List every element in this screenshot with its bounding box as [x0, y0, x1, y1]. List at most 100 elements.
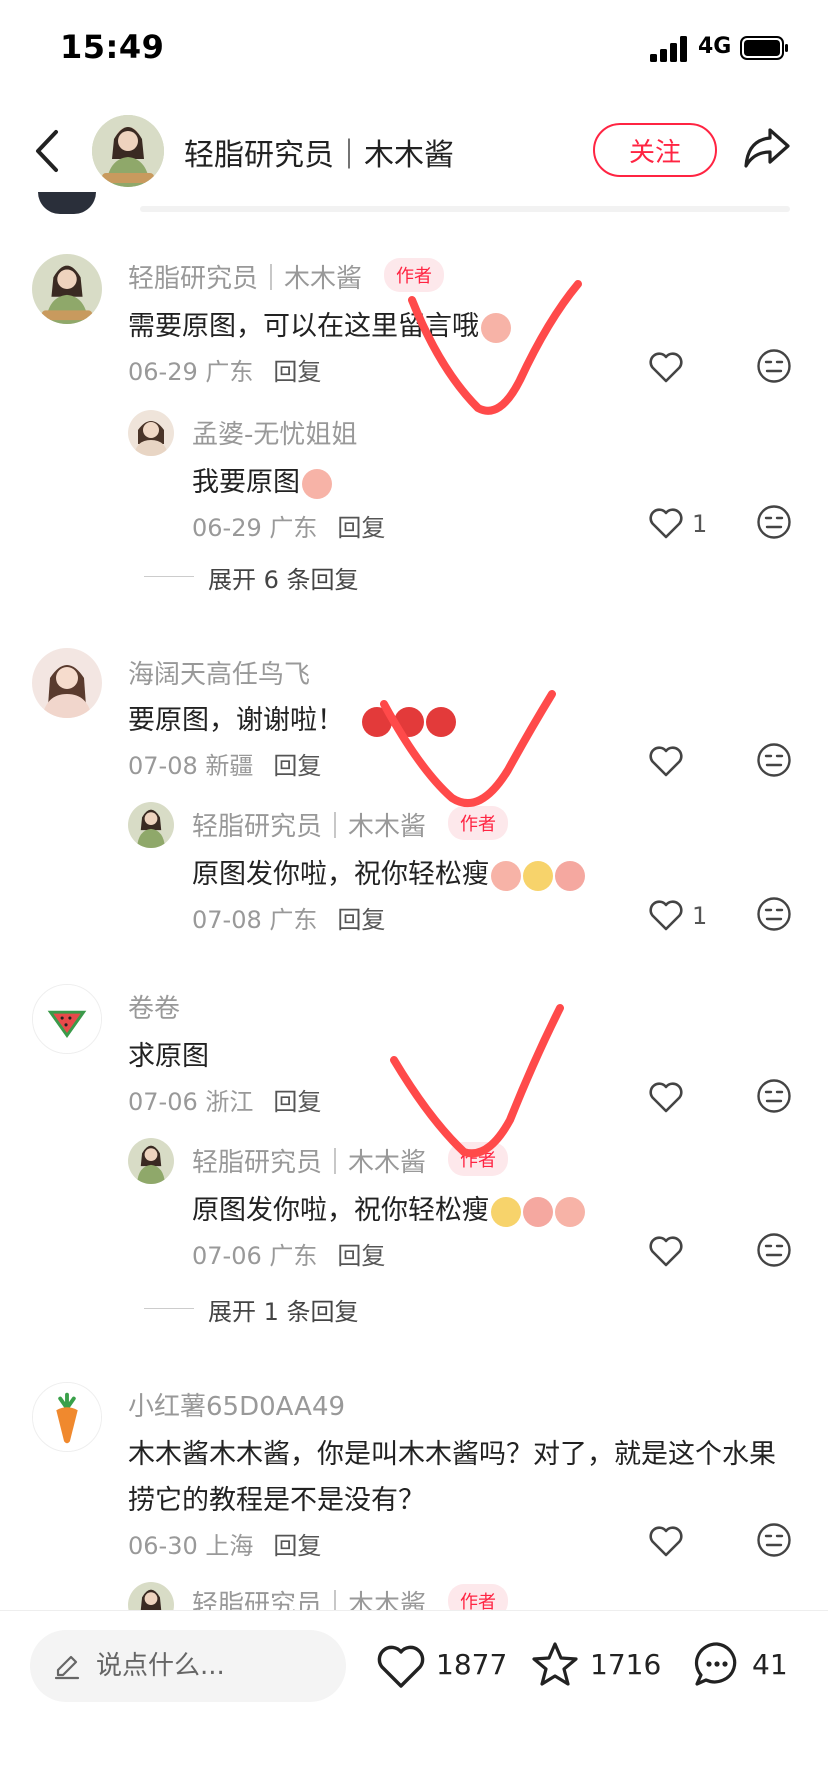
comment-bubble-icon[interactable]	[692, 1640, 742, 1688]
commenter-name[interactable]: 海阔天高任鸟飞	[128, 654, 310, 691]
commenter-avatar[interactable]	[32, 254, 102, 324]
replier-avatar[interactable]	[128, 1138, 174, 1184]
author-name[interactable]: 轻脂研究员｜木木酱	[184, 130, 454, 174]
reply-button[interactable]: 回复	[273, 1532, 321, 1560]
reply-button[interactable]: 回复	[273, 358, 321, 386]
network-type: 4G	[698, 34, 732, 59]
comment-meta: 07-06 浙江 回复	[128, 1082, 321, 1117]
replier-avatar[interactable]	[128, 1582, 174, 1610]
battery-icon	[740, 36, 788, 60]
like-icon[interactable]	[648, 1080, 684, 1114]
reply-button[interactable]: 回复	[337, 906, 385, 934]
watermelon-icon	[33, 985, 101, 1053]
comment-text-content: 要原图，谢谢啦！	[128, 705, 344, 736]
smile-emoji-icon	[491, 1196, 521, 1227]
previous-avatar-edge	[38, 192, 96, 214]
like-icon[interactable]	[648, 350, 684, 384]
replier-name[interactable]: 轻脂研究员｜木木酱	[192, 1584, 426, 1610]
smile-emoji-icon	[523, 860, 553, 891]
like-icon[interactable]	[648, 1234, 684, 1268]
rose-emoji-icon	[394, 706, 424, 737]
author-badge: 作者	[448, 1142, 508, 1176]
comment-date-location: 07-08 新疆	[128, 752, 254, 780]
commenter-name[interactable]: 卷卷	[128, 988, 180, 1025]
dislike-face-icon[interactable]	[756, 1078, 792, 1114]
commenter-avatar[interactable]	[32, 648, 102, 718]
comment-meta: 06-30 上海 回复	[128, 1526, 321, 1561]
comment-input[interactable]	[94, 1650, 328, 1682]
expand-divider	[144, 1308, 194, 1309]
comment-date-location: 06-29 广东	[128, 358, 254, 386]
dislike-face-icon[interactable]	[756, 896, 792, 932]
reply-text-content: 我要原图	[192, 467, 300, 498]
author-badge: 作者	[448, 1584, 508, 1610]
replier-avatar[interactable]	[128, 410, 174, 456]
share-icon[interactable]	[742, 124, 792, 172]
reply-button[interactable]: 回复	[337, 1242, 385, 1270]
comment-count: 41	[752, 1648, 788, 1681]
cry-emoji-icon	[523, 1196, 553, 1227]
commenter-avatar[interactable]	[32, 984, 102, 1054]
reply-meta: 07-08 广东 回复	[192, 900, 385, 935]
reply-text: 原图发你啦，祝你轻松瘦	[192, 852, 585, 891]
comment-text: 要原图，谢谢啦！	[128, 698, 456, 737]
comment-text-line1: 木木酱木木酱，你是叫木木酱吗？对了，就是这个水果	[128, 1439, 776, 1470]
shy-emoji-icon	[555, 860, 585, 891]
author-avatar[interactable]	[92, 115, 164, 187]
like-count: 1877	[436, 1648, 508, 1681]
rose-emoji-icon	[362, 706, 392, 737]
expand-replies-button[interactable]: 展开 1 条回复	[208, 1292, 359, 1327]
reply-text-content: 原图发你啦，祝你轻松瘦	[192, 1195, 489, 1226]
reply-text: 原图发你啦，祝你轻松瘦	[192, 1188, 585, 1227]
dislike-face-icon[interactable]	[756, 348, 792, 384]
comment-text: 求原图	[128, 1041, 209, 1072]
back-icon[interactable]	[30, 128, 70, 174]
comment-text-content: 需要原图，可以在这里留言哦	[128, 311, 479, 342]
comment-input-box[interactable]	[30, 1630, 346, 1702]
status-time: 15:49	[60, 28, 165, 66]
dislike-face-icon[interactable]	[756, 504, 792, 540]
like-icon[interactable]	[648, 744, 684, 778]
dislike-face-icon[interactable]	[756, 742, 792, 778]
replier-name[interactable]: 轻脂研究员｜木木酱	[192, 806, 426, 843]
commenter-avatar[interactable]	[32, 1382, 102, 1452]
dislike-face-icon[interactable]	[756, 1232, 792, 1268]
carrot-icon	[33, 1383, 101, 1451]
follow-button[interactable]: 关注	[593, 123, 717, 177]
like-icon[interactable]	[648, 898, 684, 932]
like-icon[interactable]	[648, 1524, 684, 1558]
replier-avatar[interactable]	[128, 802, 174, 848]
peach-emoji-icon	[302, 468, 332, 499]
star-icon[interactable]	[530, 1640, 580, 1688]
like-icon[interactable]	[376, 1642, 426, 1690]
replier-name[interactable]: 轻脂研究员｜木木酱	[192, 1142, 426, 1179]
expand-divider	[144, 576, 194, 577]
comment-date-location: 07-06 浙江	[128, 1088, 254, 1116]
reply-button[interactable]: 回复	[337, 514, 385, 542]
signal-icon	[650, 36, 687, 62]
peach-emoji-icon	[555, 1196, 585, 1227]
rose-emoji-icon	[426, 706, 456, 737]
reply-text: 我要原图	[192, 460, 332, 499]
reply-date-location: 07-08 广东	[192, 906, 318, 934]
previous-comment-edge	[140, 206, 790, 212]
like-count: 1	[692, 902, 708, 930]
peach-emoji-icon	[491, 860, 521, 891]
comment-meta: 07-08 新疆 回复	[128, 746, 321, 781]
replier-name[interactable]: 孟婆-无忧姐姐	[192, 414, 357, 451]
author-badge: 作者	[384, 258, 444, 292]
comment-text: 需要原图，可以在这里留言哦	[128, 304, 511, 343]
commenter-name[interactable]: 小红薯65D0AA49	[128, 1386, 345, 1423]
comment-date-location: 06-30 上海	[128, 1532, 254, 1560]
reply-button[interactable]: 回复	[273, 752, 321, 780]
like-icon[interactable]	[648, 506, 684, 540]
collect-count: 1716	[590, 1648, 662, 1681]
reply-date-location: 07-06 广东	[192, 1242, 318, 1270]
commenter-name[interactable]: 轻脂研究员｜木木酱	[128, 258, 362, 295]
author-badge: 作者	[448, 806, 508, 840]
reply-button[interactable]: 回复	[273, 1088, 321, 1116]
peach-emoji-icon	[481, 312, 511, 343]
dislike-face-icon[interactable]	[756, 1522, 792, 1558]
like-count: 1	[692, 510, 708, 538]
expand-replies-button[interactable]: 展开 6 条回复	[208, 560, 359, 595]
